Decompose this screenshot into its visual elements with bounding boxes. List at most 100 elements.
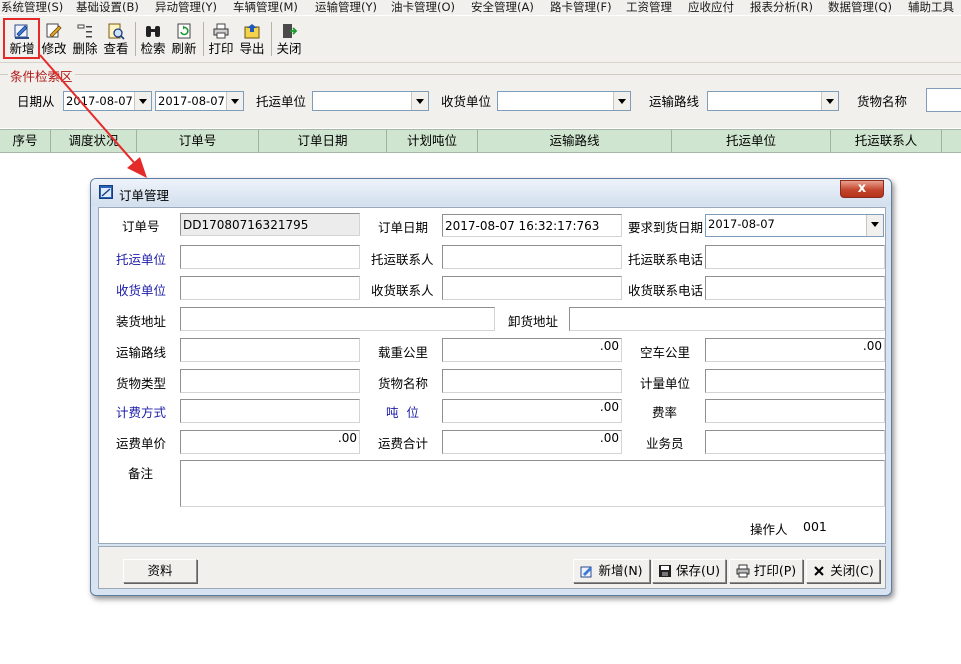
- goods-name-label: 货物名称: [378, 376, 429, 391]
- consignor-label: 托运单位: [116, 252, 167, 267]
- consignor-phone-field[interactable]: [705, 245, 885, 269]
- menu-tools[interactable]: 辅助工具: [908, 0, 954, 15]
- chevron-down-icon[interactable]: [134, 92, 151, 110]
- grid-col-consignor-contact[interactable]: 托运联系人: [831, 130, 942, 152]
- chevron-down-icon[interactable]: [821, 92, 838, 110]
- unload-address-field[interactable]: [569, 307, 885, 331]
- menu-system[interactable]: 系统管理(S): [1, 0, 63, 15]
- close-button[interactable]: 关闭(C): [806, 559, 880, 583]
- grid-col-consignor[interactable]: 托运单位: [672, 130, 831, 152]
- loaded-km-field[interactable]: .00: [442, 338, 622, 362]
- remark-textarea[interactable]: [180, 460, 885, 507]
- required-date-picker[interactable]: 2017-08-07: [705, 214, 884, 237]
- menu-safety[interactable]: 安全管理(A): [471, 0, 534, 15]
- menu-ar-ap[interactable]: 应收应付: [688, 0, 734, 15]
- grid-col-tonnage[interactable]: 计划吨位: [387, 130, 478, 152]
- chevron-down-icon[interactable]: [411, 92, 428, 110]
- toolbar-delete-label: 删除: [72, 41, 98, 56]
- new-button-highlight: [3, 18, 40, 59]
- date-to-picker[interactable]: 2017-08-07: [155, 91, 244, 111]
- new-icon: [580, 566, 593, 577]
- toolbar-refresh-button[interactable]: 刷新: [169, 19, 199, 59]
- grid-col-index[interactable]: 序号: [0, 130, 51, 152]
- load-address-field[interactable]: [180, 307, 495, 331]
- menu-salary[interactable]: 工资管理: [626, 0, 672, 15]
- menu-change[interactable]: 异动管理(Y): [155, 0, 217, 15]
- freight-total-label: 运费合计: [378, 436, 429, 451]
- rate-field[interactable]: [705, 399, 885, 423]
- grid-col-route[interactable]: 运输路线: [478, 130, 672, 152]
- dialog-button-bar: 资料 新增(N) 保存(U) 打印(P) 关闭(C): [98, 546, 886, 589]
- unit-field[interactable]: [705, 369, 885, 393]
- empty-km-field[interactable]: .00: [705, 338, 885, 362]
- refresh-icon: [177, 23, 191, 39]
- consignee-phone-label: 收货联系电话: [628, 283, 704, 298]
- dialog-titlebar[interactable]: 订单管理 x: [91, 179, 891, 206]
- dialog-title: 订单管理: [119, 188, 170, 203]
- toolbar-search-button[interactable]: 检索: [138, 19, 168, 59]
- grid-col-order-no[interactable]: 订单号: [137, 130, 259, 152]
- date-from-picker[interactable]: 2017-08-07: [63, 91, 152, 111]
- menu-transport[interactable]: 运输管理(Y): [315, 0, 377, 15]
- loaded-km-label: 载重公里: [378, 345, 429, 360]
- dialog-new-button[interactable]: 新增(N): [573, 559, 650, 583]
- grid-col-dispatch[interactable]: 调度状况: [51, 130, 137, 152]
- menu-roadcard[interactable]: 路卡管理(F): [550, 0, 612, 15]
- menu-fuelcard[interactable]: 油卡管理(O): [391, 0, 455, 15]
- toolbar-export-label: 导出: [239, 41, 265, 56]
- freight-total-field[interactable]: .00: [442, 430, 622, 454]
- consignee-phone-field[interactable]: [705, 276, 885, 300]
- chevron-down-icon[interactable]: [226, 92, 243, 110]
- print-label: 打印(P): [753, 563, 797, 578]
- tonnage-label: 吨 位: [386, 405, 419, 420]
- toolbar-view-button[interactable]: 查看: [101, 19, 131, 59]
- consignee-select[interactable]: [497, 91, 631, 111]
- toolbar-close-button[interactable]: 关闭: [274, 19, 304, 59]
- binoculars-icon: [146, 26, 160, 37]
- chevron-down-icon[interactable]: [613, 92, 630, 110]
- menu-basic[interactable]: 基础设置(B): [76, 0, 139, 15]
- order-no-field[interactable]: DD17080716321795: [180, 213, 360, 236]
- dialog-close-button[interactable]: x: [840, 180, 884, 198]
- consignor-contact-field[interactable]: [442, 245, 622, 269]
- dialog-new-label: 新增(N): [598, 563, 643, 578]
- delete-icon: [77, 24, 92, 38]
- date-from-label: 日期从: [17, 94, 55, 109]
- toolbar-export-button[interactable]: 导出: [237, 19, 267, 59]
- required-date-label: 要求到货日期: [628, 220, 704, 235]
- print-button[interactable]: 打印(P): [729, 559, 803, 583]
- toolbar-refresh-label: 刷新: [171, 41, 197, 56]
- consignee-field[interactable]: [180, 276, 360, 300]
- billing-method-field[interactable]: [180, 399, 360, 423]
- freight-price-label: 运费单价: [116, 436, 167, 451]
- menu-data[interactable]: 数据管理(Q): [828, 0, 892, 15]
- exit-door-icon: [283, 24, 298, 38]
- freight-price-field[interactable]: .00: [180, 430, 360, 454]
- route-select[interactable]: [707, 91, 839, 111]
- goods-input[interactable]: [926, 88, 961, 112]
- chevron-down-icon[interactable]: [866, 215, 883, 236]
- toolbar-print-button[interactable]: 打印: [206, 19, 236, 59]
- route-field[interactable]: [180, 338, 360, 362]
- tonnage-field[interactable]: .00: [442, 399, 622, 423]
- order-date-field[interactable]: 2017-08-07 16:32:17:763: [442, 214, 622, 237]
- toolbar-edit-button[interactable]: 修改: [40, 19, 68, 59]
- save-button[interactable]: 保存(U): [652, 559, 726, 583]
- goods-type-field[interactable]: [180, 369, 360, 393]
- salesman-field[interactable]: [705, 430, 885, 454]
- export-icon: [244, 24, 260, 39]
- billing-method-label: 计费方式: [116, 405, 167, 420]
- menu-report[interactable]: 报表分析(R): [750, 0, 813, 15]
- goods-name-field[interactable]: [442, 369, 622, 393]
- data-button[interactable]: 资料: [123, 559, 197, 583]
- unit-label: 计量单位: [640, 376, 691, 391]
- toolbar-delete-button[interactable]: 删除: [70, 19, 100, 59]
- consignor-select[interactable]: [312, 91, 429, 111]
- toolbar-search-label: 检索: [140, 41, 166, 56]
- printer-icon: [736, 564, 750, 577]
- consignee-contact-field[interactable]: [442, 276, 622, 300]
- consignor-field[interactable]: [180, 245, 360, 269]
- grid-col-order-date[interactable]: 订单日期: [259, 130, 387, 152]
- menu-vehicle[interactable]: 车辆管理(M): [233, 0, 298, 15]
- goods-type-label: 货物类型: [116, 376, 167, 391]
